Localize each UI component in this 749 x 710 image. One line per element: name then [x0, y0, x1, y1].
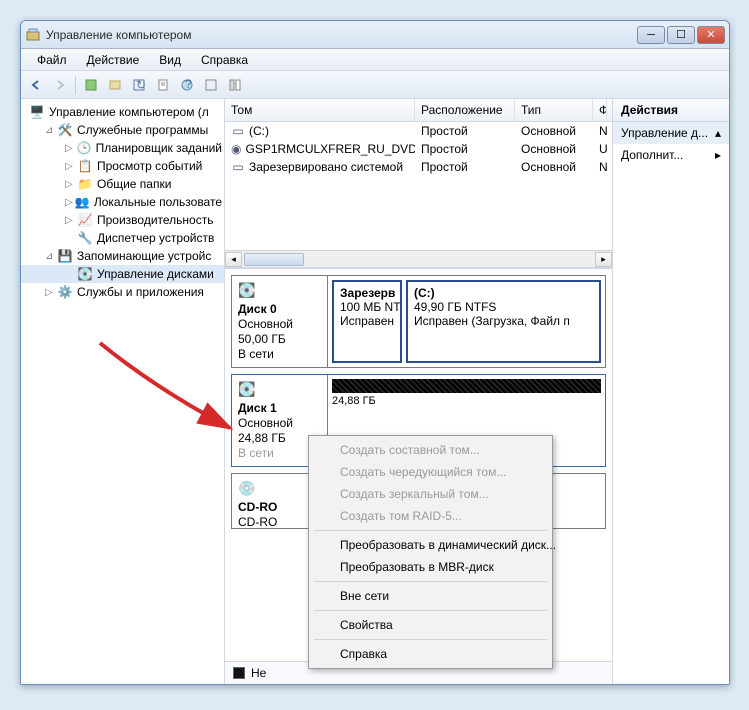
toolbar-icon[interactable]	[104, 74, 126, 96]
toolbar-icon[interactable]	[200, 74, 222, 96]
tree-item-users[interactable]: ▷👥Локальные пользовате	[21, 193, 224, 211]
menu-convert-mbr[interactable]: Преобразовать в MBR-диск	[312, 556, 549, 578]
minimize-button[interactable]: ─	[637, 26, 665, 44]
tree-root[interactable]: 🖥️Управление компьютером (л	[21, 103, 224, 121]
collapse-icon[interactable]: ⊿	[45, 251, 55, 262]
toolbar: ↻ ?	[21, 71, 729, 99]
action-item[interactable]: Управление д...▴	[613, 122, 729, 144]
menu-help[interactable]: Справка	[191, 51, 258, 69]
menu-create-spanned[interactable]: Создать составной том...	[312, 439, 549, 461]
tree-item-events[interactable]: ▷📋Просмотр событий	[21, 157, 224, 175]
svg-text:?: ?	[185, 78, 192, 91]
disk-icon: 💽	[238, 282, 321, 299]
titlebar[interactable]: Управление компьютером ─ ☐ ✕	[21, 21, 729, 49]
app-icon	[25, 27, 41, 43]
legend-label: He	[251, 666, 266, 680]
col-layout[interactable]: Расположение	[415, 99, 515, 121]
menu-create-mirrored[interactable]: Создать зеркальный том...	[312, 483, 549, 505]
expand-icon[interactable]: ▷	[65, 179, 75, 190]
clock-icon: 🕒	[76, 140, 91, 156]
disk-icon: 💽	[77, 266, 93, 282]
tree-item-diskmgmt[interactable]: 💽Управление дисками	[21, 265, 224, 283]
menu-create-raid5[interactable]: Создать том RAID-5...	[312, 505, 549, 527]
menu-separator	[314, 581, 547, 582]
disk-label[interactable]: 💽 Диск 0 Основной 50,00 ГБ В сети	[232, 276, 328, 367]
scroll-thumb[interactable]	[244, 253, 304, 266]
maximize-button[interactable]: ☐	[667, 26, 695, 44]
expand-icon[interactable]: ▷	[65, 143, 74, 154]
menu-separator	[314, 639, 547, 640]
folder-icon: 📁	[77, 176, 93, 192]
volume-row[interactable]: ▭(C:) Простой Основной N	[225, 122, 612, 140]
storage-icon: 💾	[57, 248, 73, 264]
tree-group-tools[interactable]: ⊿🛠️Служебные программы	[21, 121, 224, 139]
menu-file[interactable]: Файл	[27, 51, 77, 69]
volume-row[interactable]: ◉GSP1RMCULXFRER_RU_DVD (E:) Простой Осно…	[225, 140, 612, 158]
expand-icon[interactable]: ▷	[65, 197, 73, 208]
partition[interactable]: Зарезерв 100 МБ NT Исправен	[332, 280, 402, 363]
partition-unallocated[interactable]	[332, 379, 601, 393]
svg-text:↻: ↻	[136, 78, 146, 92]
toolbar-icon[interactable]	[224, 74, 246, 96]
close-button[interactable]: ✕	[697, 26, 725, 44]
collapse-icon[interactable]: ⊿	[45, 125, 55, 136]
computer-icon: 🖥️	[29, 104, 45, 120]
nav-forward-button[interactable]	[49, 74, 71, 96]
tree-item-perf[interactable]: ▷📈Производительность	[21, 211, 224, 229]
scroll-left-button[interactable]: ◂	[225, 252, 242, 267]
partition[interactable]: (C:) 49,90 ГБ NTFS Исправен (Загрузка, Ф…	[406, 280, 601, 363]
device-icon: 🔧	[77, 230, 93, 246]
menu-separator	[314, 610, 547, 611]
disk-row[interactable]: 💽 Диск 0 Основной 50,00 ГБ В сети Зарезе…	[231, 275, 606, 368]
scroll-right-button[interactable]: ▸	[595, 252, 612, 267]
window-title: Управление компьютером	[46, 28, 637, 42]
volume-row[interactable]: ▭Зарезервировано системой Простой Основн…	[225, 158, 612, 176]
actions-header: Действия	[613, 99, 729, 122]
menu-properties[interactable]: Свойства	[312, 614, 549, 636]
users-icon: 👥	[75, 194, 90, 210]
menu-offline[interactable]: Вне сети	[312, 585, 549, 607]
services-icon: ⚙️	[57, 284, 73, 300]
toolbar-icon[interactable]	[80, 74, 102, 96]
help-icon[interactable]: ?	[176, 74, 198, 96]
perf-icon: 📈	[77, 212, 93, 228]
tree-group-storage[interactable]: ⊿💾Запоминающие устройс	[21, 247, 224, 265]
tree-group-services[interactable]: ▷⚙️Службы и приложения	[21, 283, 224, 301]
tools-icon: 🛠️	[57, 122, 73, 138]
volume-list: Том Расположение Тип Ф ▭(C:) Простой Осн…	[225, 99, 612, 269]
menu-action[interactable]: Действие	[77, 51, 150, 69]
menu-separator	[314, 530, 547, 531]
horizontal-scrollbar[interactable]: ◂ ▸	[225, 250, 612, 267]
menubar: Файл Действие Вид Справка	[21, 49, 729, 71]
properties-icon[interactable]	[152, 74, 174, 96]
nav-back-button[interactable]	[25, 74, 47, 96]
dvd-icon: ◉	[231, 142, 241, 156]
drive-icon: ▭	[231, 124, 245, 138]
drive-icon: ▭	[231, 160, 245, 174]
refresh-icon[interactable]: ↻	[128, 74, 150, 96]
menu-view[interactable]: Вид	[149, 51, 191, 69]
expand-icon[interactable]: ▷	[65, 161, 75, 172]
tree-item-scheduler[interactable]: ▷🕒Планировщик заданий	[21, 139, 224, 157]
actions-panel: Действия Управление д...▴ Дополнит...▸	[613, 99, 729, 684]
menu-convert-dynamic[interactable]: Преобразовать в динамический диск...	[312, 534, 549, 556]
event-icon: 📋	[77, 158, 93, 174]
volume-header: Том Расположение Тип Ф	[225, 99, 612, 122]
chevron-up-icon: ▴	[715, 126, 721, 140]
col-type[interactable]: Тип	[515, 99, 593, 121]
tree-item-shared[interactable]: ▷📁Общие папки	[21, 175, 224, 193]
context-menu: Создать составной том... Создать чередую…	[308, 435, 553, 669]
expand-icon[interactable]: ▷	[65, 215, 75, 226]
nav-tree[interactable]: 🖥️Управление компьютером (л ⊿🛠️Служебные…	[21, 99, 225, 684]
expand-icon[interactable]: ▷	[45, 287, 55, 298]
menu-create-striped[interactable]: Создать чередующийся том...	[312, 461, 549, 483]
menu-help[interactable]: Справка	[312, 643, 549, 665]
disk-icon: 💽	[238, 381, 321, 398]
legend-swatch	[233, 667, 245, 679]
col-volume[interactable]: Том	[225, 99, 415, 121]
chevron-right-icon: ▸	[715, 148, 721, 162]
action-item[interactable]: Дополнит...▸	[613, 144, 729, 166]
col-fs[interactable]: Ф	[593, 99, 607, 121]
tree-item-devmgr[interactable]: 🔧Диспетчер устройств	[21, 229, 224, 247]
